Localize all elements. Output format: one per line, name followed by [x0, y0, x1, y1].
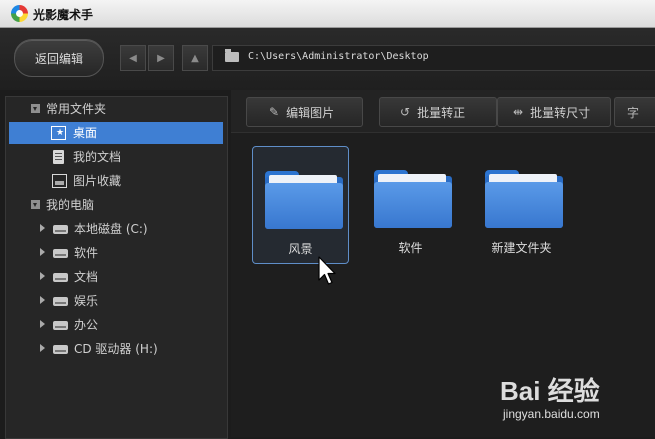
folder-icon — [485, 170, 563, 228]
tree-item-my-documents[interactable]: 我的文档 — [6, 146, 225, 168]
collapse-icon[interactable] — [31, 200, 40, 209]
button-label: 批量转正 — [417, 105, 466, 120]
collapse-icon[interactable] — [31, 104, 40, 113]
expand-icon[interactable] — [40, 344, 45, 352]
tree-group-label: 常用文件夹 — [46, 102, 107, 116]
tree-item-desktop[interactable]: 桌面 — [9, 122, 223, 144]
app-logo-icon — [11, 5, 28, 22]
tree-item-label: 软件 — [74, 246, 99, 260]
picture-icon — [52, 174, 67, 188]
tree-item-label: 娱乐 — [74, 294, 99, 308]
document-icon — [53, 150, 64, 164]
folder-label: 新建文件夹 — [491, 241, 552, 255]
edit-image-button[interactable]: ✎ 编辑图片 — [246, 97, 363, 127]
arrow-left-icon: ◀ — [129, 52, 137, 64]
title-bar — [0, 0, 655, 28]
drive-icon — [53, 297, 68, 306]
expand-icon[interactable] — [40, 320, 45, 328]
watermark: Bai 经验 jingyan.baidu.com — [500, 371, 650, 431]
tree-item-drive-documents[interactable]: 文档 — [6, 266, 225, 288]
folder-icon — [374, 170, 452, 228]
button-label: 编辑图片 — [286, 105, 335, 120]
expand-icon[interactable] — [40, 248, 45, 256]
batch-resize-button[interactable]: ⇹ 批量转尺寸 — [497, 97, 611, 127]
cd-drive-icon — [53, 345, 68, 354]
expand-icon[interactable] — [40, 296, 45, 304]
tree-item-picture-favorites[interactable]: 图片收藏 — [6, 170, 225, 192]
drive-icon — [53, 321, 68, 330]
tree-item-label: 图片收藏 — [73, 174, 122, 188]
expand-icon[interactable] — [40, 224, 45, 232]
resize-icon: ⇹ — [513, 105, 524, 119]
tree-group-common-folders[interactable]: 常用文件夹 — [6, 98, 225, 120]
tree-item-label: 桌面 — [73, 126, 98, 140]
batch-rotate-button[interactable]: ↺ 批量转正 — [379, 97, 497, 127]
folder-icon — [265, 171, 343, 229]
expand-icon[interactable] — [40, 272, 45, 280]
arrow-right-icon: ▶ — [157, 52, 165, 64]
tree-group-my-computer[interactable]: 我的电脑 — [6, 194, 225, 216]
folder-item-new-folder[interactable]: 新建文件夹 — [473, 146, 570, 264]
window-title: 光影魔术手 — [33, 8, 94, 22]
tree-item-label: 我的文档 — [73, 150, 122, 164]
mouse-cursor-icon — [318, 256, 336, 285]
folder-icon — [225, 49, 239, 62]
more-tools-button[interactable]: 字 — [614, 97, 655, 127]
tree-item-label: 文档 — [74, 270, 99, 284]
folder-label: 风景 — [288, 242, 313, 256]
tree-item-drive-entertainment[interactable]: 娱乐 — [6, 290, 225, 312]
tree-item-label: CD 驱动器 (H:) — [74, 342, 158, 356]
tree-item-drive-c[interactable]: 本地磁盘 (C:) — [6, 218, 225, 240]
watermark-url: jingyan.baidu.com — [503, 407, 600, 421]
folder-label: 软件 — [398, 241, 423, 255]
folder-item-software[interactable]: 软件 — [362, 146, 459, 264]
nav-back-button[interactable]: ◀ — [120, 45, 146, 71]
button-label: 批量转尺寸 — [530, 105, 591, 120]
drive-icon — [53, 249, 68, 258]
rotate-icon: ↺ — [400, 105, 411, 119]
tree-item-drive-office[interactable]: 办公 — [6, 314, 225, 336]
tree-item-label: 办公 — [74, 318, 99, 332]
desktop-icon — [51, 126, 66, 140]
tree-item-cd-drive[interactable]: CD 驱动器 (H:) — [6, 338, 225, 360]
drive-icon — [53, 225, 68, 234]
tree-item-label: 本地磁盘 (C:) — [74, 222, 148, 236]
tree-group-label: 我的电脑 — [46, 198, 95, 212]
nav-up-button[interactable]: ▲ — [182, 45, 208, 71]
path-text: C:\Users\Administrator\Desktop — [248, 51, 429, 62]
watermark-logo: Bai 经验 — [500, 376, 600, 406]
folder-item-scenery[interactable]: 风景 — [252, 146, 349, 264]
back-to-edit-button[interactable]: 返回编辑 — [14, 39, 104, 77]
text-icon: 字 — [627, 105, 640, 120]
nav-forward-button[interactable]: ▶ — [148, 45, 174, 71]
arrow-up-icon: ▲ — [191, 52, 199, 64]
drive-icon — [53, 273, 68, 282]
pencil-icon: ✎ — [269, 105, 280, 119]
tree-item-drive-software[interactable]: 软件 — [6, 242, 225, 264]
